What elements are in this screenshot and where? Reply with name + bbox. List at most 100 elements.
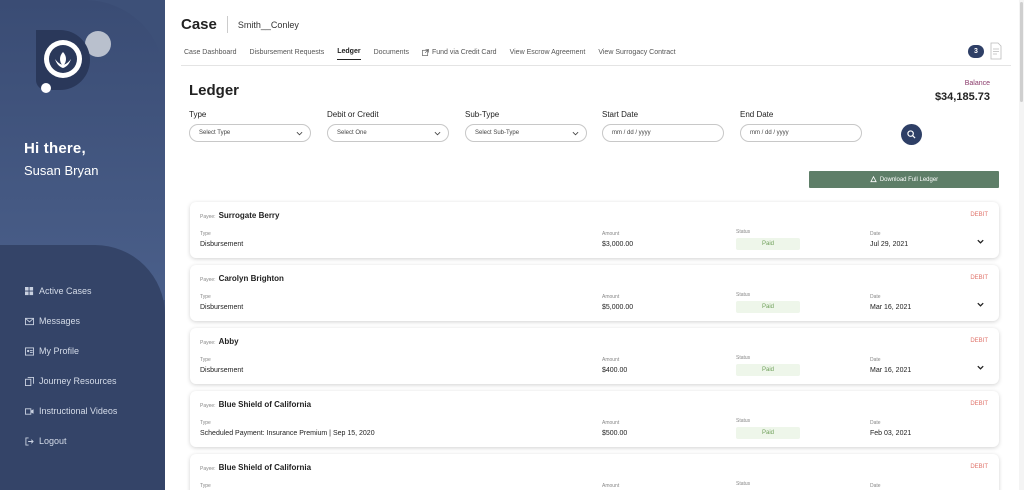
date-value: Mar 16, 2021 <box>870 367 912 374</box>
grid-icon <box>24 286 34 296</box>
col-label: Status <box>736 292 751 298</box>
tab-documents[interactable]: Documents <box>374 48 409 60</box>
end-date-input[interactable]: mm / dd / yyyy <box>740 124 862 142</box>
sidebar-item-label: My Profile <box>39 346 80 356</box>
chevron-down-icon <box>296 131 303 135</box>
type-col: Type Scheduled Payment: Insurance Premium… <box>200 420 375 437</box>
payee-name: Blue Shield of California <box>218 400 312 409</box>
col-label: Type <box>200 231 211 237</box>
brand-logo <box>36 30 111 93</box>
status-col: Status Paid <box>736 292 800 313</box>
col-label: Amount <box>602 357 620 363</box>
sidebar: Hi there, Susan Bryan Active Cases Messa… <box>0 0 165 490</box>
greeting-text: Hi there, <box>24 140 86 157</box>
payee-label: Payee: <box>200 403 216 409</box>
chevron-down-icon[interactable] <box>976 237 985 246</box>
sidebar-item-logout[interactable]: Logout <box>24 426 117 456</box>
date-value: Mar 16, 2021 <box>870 304 912 311</box>
entry-kind: DEBIT <box>970 464 988 470</box>
sidebar-item-my-profile[interactable]: My Profile <box>24 336 117 366</box>
ledger-entry: Payee: Blue Shield of California DEBIT Ty… <box>190 391 999 447</box>
start-date-input[interactable]: mm / dd / yyyy <box>602 124 724 142</box>
logout-icon <box>24 436 34 446</box>
status-col: Status Paid <box>736 418 800 439</box>
chevron-down-icon[interactable] <box>976 363 985 372</box>
status-col: Status Paid <box>736 355 800 376</box>
filter-label: Type <box>189 110 207 119</box>
sidebar-item-label: Messages <box>39 316 81 326</box>
case-tabs: Case Dashboard Disbursement Requests Led… <box>184 48 689 60</box>
col-label: Date <box>870 357 881 363</box>
search-button[interactable] <box>901 124 922 145</box>
status-badge: Paid <box>736 364 800 376</box>
ledger-entry: Payee: Carolyn Brighton DEBIT Type Disburs… <box>190 265 999 321</box>
col-label: Date <box>870 483 881 489</box>
greeting: Hi there, Susan Bryan <box>24 140 98 178</box>
payee: Payee: Surrogate Berry <box>200 211 280 220</box>
filter-label: Start Date <box>602 110 639 119</box>
payee-name: Carolyn Brighton <box>218 274 284 283</box>
type-value: Disbursement <box>200 367 244 374</box>
amount-value: $5,000.00 <box>602 304 634 311</box>
col-label: Amount <box>602 483 620 489</box>
sub-type-select[interactable]: Select Sub-Type <box>465 124 587 142</box>
scrollbar[interactable] <box>1019 0 1024 490</box>
download-full-ledger-button[interactable]: Download Full Ledger <box>809 171 999 188</box>
sidebar-item-journey-resources[interactable]: Journey Resources <box>24 366 117 396</box>
status-badge: Paid <box>736 427 800 439</box>
amount-col: Amount $500.00 <box>602 420 627 437</box>
date-placeholder: mm / dd / yyyy <box>750 130 789 136</box>
type-value: Disbursement <box>200 304 244 311</box>
tab-ledger[interactable]: Ledger <box>337 48 361 60</box>
user-name: Susan Bryan <box>24 163 99 178</box>
notification-badge[interactable]: 3 <box>968 45 984 58</box>
sidebar-item-label: Logout <box>39 436 67 446</box>
type-col: Type Disbursement <box>200 357 243 374</box>
col-label: Amount <box>602 294 620 300</box>
debit-credit-select[interactable]: Select One <box>327 124 449 142</box>
payee-name: Surrogate Berry <box>218 211 280 220</box>
tab-fund-via-credit-card[interactable]: Fund via Credit Card <box>422 48 497 60</box>
amount-col: Amount $5,000.00 <box>602 294 633 311</box>
type-col: Type Disbursement <box>200 231 243 248</box>
filter-end-date: End Date mm / dd / yyyy <box>740 110 862 142</box>
document-icon[interactable] <box>988 42 1004 60</box>
tab-case-dashboard[interactable]: Case Dashboard <box>184 48 237 60</box>
sidebar-item-instructional-videos[interactable]: Instructional Videos <box>24 396 117 426</box>
ledger-entry: Payee: Abby DEBIT Type Disbursement Amount… <box>190 328 999 384</box>
col-label: Date <box>870 294 881 300</box>
profile-card-icon <box>24 346 34 356</box>
payee-label: Payee: <box>200 466 216 472</box>
type-select[interactable]: Select Type <box>189 124 311 142</box>
col-label: Status <box>736 481 751 487</box>
download-label: Download Full Ledger <box>879 176 939 183</box>
date-value: Jul 29, 2021 <box>870 241 909 248</box>
chevron-down-icon[interactable] <box>976 300 985 309</box>
col-label: Amount <box>602 420 620 426</box>
case-name: Smith__Conley <box>237 19 299 30</box>
sidebar-item-active-cases[interactable]: Active Cases <box>24 276 117 306</box>
balance: Balance $34,185.73 <box>935 80 990 103</box>
amount-col: Amount <box>602 483 619 489</box>
ledger-title: Ledger <box>189 82 240 99</box>
entry-kind: DEBIT <box>970 401 988 407</box>
col-label: Status <box>736 355 751 361</box>
tab-view-escrow-agreement[interactable]: View Escrow Agreement <box>510 48 586 60</box>
filter-debit-credit: Debit or Credit Select One <box>327 110 449 142</box>
status-col: Status Paid <box>736 229 800 250</box>
status-col: Status <box>736 481 750 487</box>
amount-value: $500.00 <box>602 430 628 437</box>
date-placeholder: mm / dd / yyyy <box>612 130 651 136</box>
case-header: Case Smith__Conley <box>181 16 299 33</box>
sidebar-nav: Active Cases Messages My Profile Journey… <box>24 276 117 456</box>
chevron-down-icon <box>572 131 579 135</box>
tab-view-surrogacy-contract[interactable]: View Surrogacy Contract <box>598 48 675 60</box>
scrollbar-thumb[interactable] <box>1020 2 1023 102</box>
main-content: Case Smith__Conley Case Dashboard Disbur… <box>165 0 1024 490</box>
filter-sub-type: Sub-Type Select Sub-Type <box>465 110 587 142</box>
sidebar-item-label: Active Cases <box>39 286 92 296</box>
tab-disbursement-requests[interactable]: Disbursement Requests <box>250 48 325 60</box>
amount-col: Amount $3,000.00 <box>602 231 633 248</box>
sidebar-item-messages[interactable]: Messages <box>24 306 117 336</box>
type-col: Type Disbursement <box>200 294 243 311</box>
